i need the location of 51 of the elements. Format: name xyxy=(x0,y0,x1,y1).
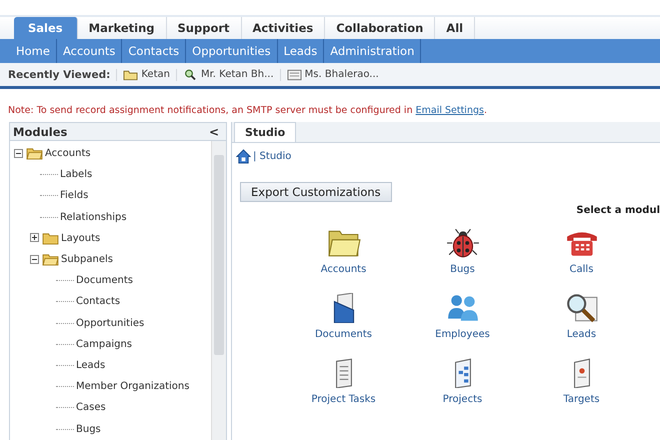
email-settings-link[interactable]: Email Settings xyxy=(416,105,484,116)
home-icon[interactable] xyxy=(236,149,251,164)
studio-tab[interactable]: Studio xyxy=(234,122,296,142)
collapse-button[interactable]: < xyxy=(204,124,223,138)
module-link[interactable]: Leads xyxy=(566,329,596,340)
tree-item[interactable]: Documents xyxy=(76,275,134,286)
recently-viewed-label: Recently Viewed: xyxy=(8,68,110,80)
folder-icon xyxy=(123,68,138,80)
people-icon xyxy=(446,293,480,323)
magnifier-icon xyxy=(182,68,198,80)
module-link[interactable]: Accounts xyxy=(320,264,366,275)
export-customizations-button[interactable]: Export Customizations xyxy=(240,182,392,202)
recent-item-link[interactable]: Mr. Ketan Bh... xyxy=(200,69,274,80)
card-icon xyxy=(286,68,302,80)
module-link[interactable]: Bugs xyxy=(450,264,475,275)
module-link[interactable]: Documents xyxy=(314,329,372,340)
recent-item-link[interactable]: Ms. Bhalerao... xyxy=(304,69,379,80)
open-folder-icon xyxy=(42,253,59,266)
breadcrumb-link[interactable]: | Studio xyxy=(253,151,292,162)
tree-item[interactable]: Fields xyxy=(60,190,88,202)
tree-item[interactable]: Contacts xyxy=(76,296,120,308)
select-module-heading: Select a modul xyxy=(575,205,660,216)
recent-item-link[interactable]: Ketan xyxy=(141,69,170,80)
tree-folder[interactable]: Layouts xyxy=(61,232,100,244)
scrollbar[interactable] xyxy=(211,141,226,440)
tree-item[interactable]: Campaigns xyxy=(76,338,132,350)
magnifier-icon xyxy=(564,293,598,323)
expander-icon[interactable] xyxy=(14,148,24,159)
module-link[interactable]: Targets xyxy=(563,394,600,405)
module-link[interactable]: Calls xyxy=(570,264,594,275)
panel-title: Modules xyxy=(13,124,68,138)
tree-item[interactable]: Opportunities xyxy=(76,318,144,329)
tree-item[interactable]: Leads xyxy=(76,360,106,371)
tree-folder[interactable]: Subpanels xyxy=(61,254,113,266)
tree-item[interactable]: Cases xyxy=(76,402,106,414)
tree-folder[interactable]: Accounts xyxy=(45,148,91,160)
module-link[interactable]: Employees xyxy=(435,329,490,340)
module-link[interactable]: Projects xyxy=(442,394,482,405)
folder-icon xyxy=(326,228,360,258)
tree-item[interactable]: Member Organizations xyxy=(76,381,190,392)
open-folder-icon xyxy=(26,147,43,160)
tree-item[interactable]: Relationships xyxy=(60,212,127,223)
ladybug-icon xyxy=(446,228,480,258)
folder-icon xyxy=(42,232,59,245)
tree-item[interactable]: Labels xyxy=(60,169,92,180)
module-tab[interactable]: Sales xyxy=(14,17,78,39)
tree-item[interactable]: Bugs xyxy=(76,424,101,435)
expander-icon[interactable] xyxy=(30,254,40,265)
module-link[interactable]: Project Tasks xyxy=(311,394,376,405)
notice-text: Note: To send record assignment notifications, an SMTP server must be configured in Email Settings. xyxy=(7,104,488,118)
expander-icon[interactable] xyxy=(30,233,40,244)
